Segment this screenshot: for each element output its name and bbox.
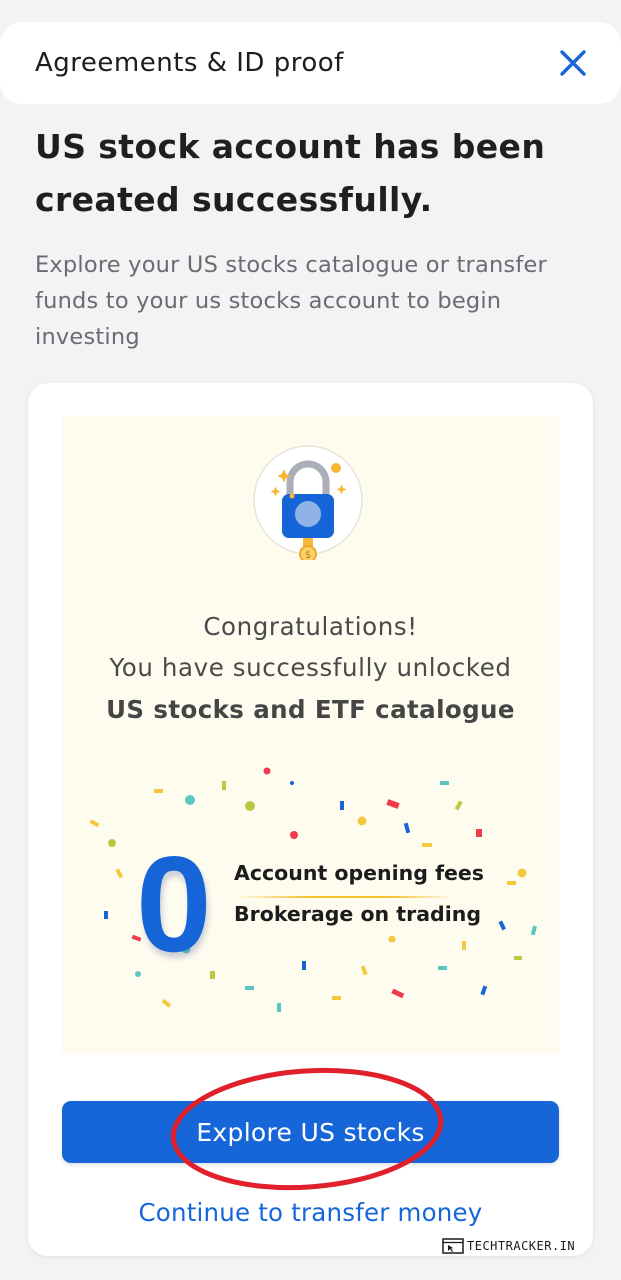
fee-divider (234, 896, 454, 898)
watermark: TECHTRACKER.IN (442, 1236, 594, 1256)
promo-panel: $ Congratulations! You have successfully… (62, 416, 559, 1054)
header-bar: Agreements & ID proof (0, 22, 621, 104)
page-subtext: Explore your US stocks catalogue or tran… (35, 252, 547, 350)
fee-brokerage: Brokerage on trading (234, 902, 481, 926)
explore-us-stocks-button[interactable]: Explore US stocks (62, 1101, 559, 1163)
success-card: $ Congratulations! You have successfully… (28, 383, 593, 1256)
fee-account-opening: Account opening fees (234, 861, 484, 885)
unlocked-text: You have successfully unlocked (109, 653, 512, 682)
zero-fee-number: 0 (136, 828, 212, 980)
cursor-window-icon (442, 1238, 464, 1254)
catalogue-text: US stocks and ETF catalogue (106, 695, 515, 724)
congrats-heading: Congratulations! (203, 612, 418, 641)
watermark-text: TECHTRACKER.IN (467, 1239, 576, 1253)
padlock-icon: $ (253, 445, 363, 560)
transfer-money-link[interactable]: Continue to transfer money (28, 1198, 593, 1227)
header-title: Agreements & ID proof (35, 48, 344, 78)
page-headline: US stock account has been created succes… (35, 127, 546, 219)
svg-text:$: $ (305, 550, 311, 560)
close-button[interactable] (553, 43, 593, 83)
close-icon (560, 50, 586, 76)
